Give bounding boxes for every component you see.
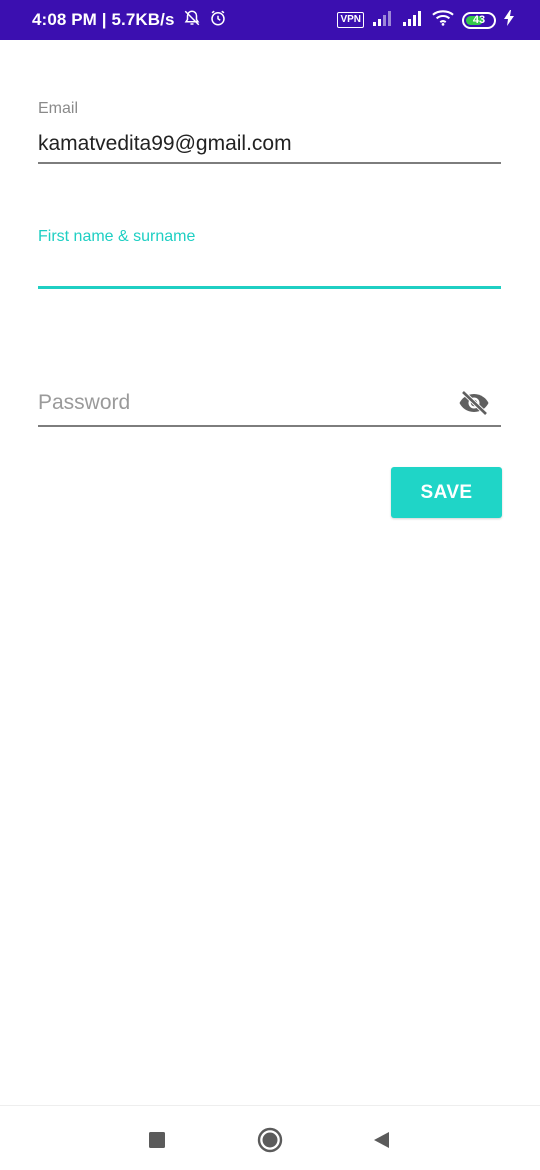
eye-off-icon[interactable]	[457, 388, 491, 418]
charging-bolt-icon	[504, 9, 514, 31]
status-right: VPN 43	[337, 9, 514, 31]
signal-icon	[372, 10, 394, 31]
name-label: First name & surname	[38, 228, 196, 245]
vpn-badge: VPN	[337, 12, 364, 28]
battery-level: 43	[472, 13, 486, 26]
name-field[interactable]: First name & surname	[38, 228, 501, 289]
password-input[interactable]	[38, 391, 438, 415]
navigation-bar	[0, 1105, 540, 1170]
signal-icon	[402, 10, 424, 31]
status-left: 4:08 PM | 5.7KB/s	[32, 9, 227, 32]
status-bar: 4:08 PM | 5.7KB/s VPN 43	[0, 0, 540, 40]
back-triangle-icon[interactable]	[367, 1126, 395, 1154]
password-row	[38, 388, 501, 418]
password-underline	[38, 425, 501, 427]
alarm-clock-icon	[209, 9, 227, 32]
password-field[interactable]	[38, 388, 501, 427]
recents-square-icon[interactable]	[143, 1126, 171, 1154]
home-circle-icon[interactable]	[256, 1126, 284, 1154]
save-button[interactable]: SAVE	[391, 467, 502, 518]
alarm-off-icon	[183, 9, 201, 32]
battery-icon: 43	[462, 11, 496, 29]
email-label: Email	[38, 100, 79, 117]
status-time-speed: 4:08 PM | 5.7KB/s	[32, 10, 175, 29]
wifi-icon	[432, 9, 454, 31]
email-value[interactable]: kamatvedita99@gmail.com	[38, 132, 501, 156]
email-underline	[38, 162, 501, 164]
name-underline	[38, 286, 501, 289]
email-field[interactable]: Email kamatvedita99@gmail.com	[38, 100, 501, 164]
